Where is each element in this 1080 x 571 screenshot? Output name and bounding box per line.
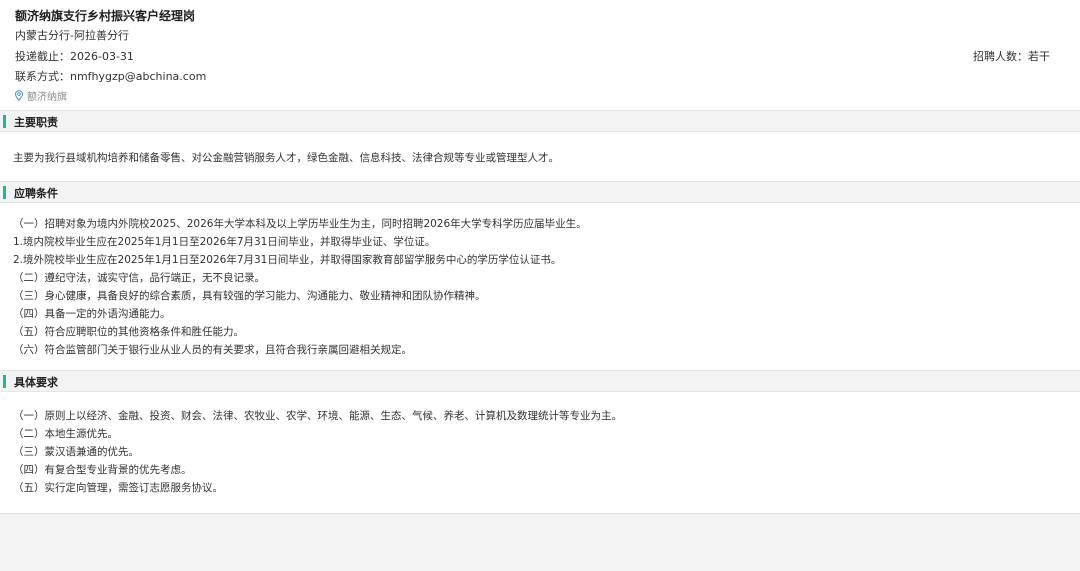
map-pin-icon bbox=[15, 90, 23, 101]
job-detail-page: 额济纳旗支行乡村振兴客户经理岗 内蒙古分行-阿拉善分行 投递截止：2026-03… bbox=[0, 0, 1080, 571]
job-title: 额济纳旗支行乡村振兴客户经理岗 bbox=[15, 9, 196, 23]
section-header-duties: 主要职责 bbox=[0, 110, 1080, 132]
condition-line: （一）招聘对象为境内外院校2025、2026年大学本科及以上学历毕业生为主，同时… bbox=[13, 218, 587, 230]
section-body-requirements: （一）原则上以经济、金融、投资、财会、法律、农牧业、农学、环境、能源、生态、气候… bbox=[0, 392, 1080, 512]
section-title-conditions: 应聘条件 bbox=[14, 187, 58, 200]
condition-line: （二）遵纪守法，诚实守信，品行端正，无不良记录。 bbox=[13, 272, 265, 284]
job-location-label: 额济纳旗 bbox=[27, 92, 67, 103]
section-header-requirements: 具体要求 bbox=[0, 370, 1080, 392]
requirement-line: （二）本地生源优先。 bbox=[13, 428, 118, 440]
section-accent-bar bbox=[3, 186, 6, 199]
section-accent-bar bbox=[3, 115, 6, 128]
duties-line: 主要为我行县域机构培养和储备零售、对公金融营销服务人才，绿色金融、信息科技、法律… bbox=[13, 152, 559, 164]
condition-line: （三）身心健康，具备良好的综合素质，具有较强的学习能力、沟通能力、敬业精神和团队… bbox=[13, 290, 486, 302]
requirement-line: （四）有复合型专业背景的优先考虑。 bbox=[13, 464, 192, 476]
requirement-line: （一）原则上以经济、金融、投资、财会、法律、农牧业、农学、环境、能源、生态、气候… bbox=[13, 410, 622, 422]
section-header-conditions: 应聘条件 bbox=[0, 181, 1080, 203]
requirement-line: （三）蒙汉语兼通的优先。 bbox=[13, 446, 139, 458]
section-accent-bar bbox=[3, 375, 6, 388]
job-headcount: 招聘人数：若干 bbox=[973, 50, 1050, 63]
requirement-line: （五）实行定向管理，需签订志愿服务协议。 bbox=[13, 482, 223, 494]
section-title-requirements: 具体要求 bbox=[14, 376, 58, 389]
section-title-duties: 主要职责 bbox=[14, 116, 58, 129]
section-body-duties: 主要为我行县域机构培养和储备零售、对公金融营销服务人才，绿色金融、信息科技、法律… bbox=[0, 132, 1080, 180]
section-body-conditions: （一）招聘对象为境内外院校2025、2026年大学本科及以上学历毕业生为主，同时… bbox=[0, 203, 1080, 369]
job-deadline: 投递截止：2026-03-31 bbox=[15, 50, 134, 63]
condition-line: 2.境外院校毕业生应在2025年1月1日至2026年7月31日间毕业，并取得国家… bbox=[13, 254, 562, 266]
job-branch: 内蒙古分行-阿拉善分行 bbox=[15, 29, 129, 42]
condition-line: （六）符合监管部门关于银行业从业人员的有关要求，且符合我行亲属回避相关规定。 bbox=[13, 344, 412, 356]
job-location: 额济纳旗 bbox=[14, 88, 67, 103]
job-detail-card: 额济纳旗支行乡村振兴客户经理岗 内蒙古分行-阿拉善分行 投递截止：2026-03… bbox=[0, 0, 1080, 514]
condition-line: （五）符合应聘职位的其他资格条件和胜任能力。 bbox=[13, 326, 244, 338]
condition-line: 1.境内院校毕业生应在2025年1月1日至2026年7月31日间毕业，并取得毕业… bbox=[13, 236, 436, 248]
job-header: 额济纳旗支行乡村振兴客户经理岗 内蒙古分行-阿拉善分行 投递截止：2026-03… bbox=[0, 0, 1080, 108]
job-contact-email[interactable]: 联系方式：nmfhygzp@abchina.com bbox=[15, 68, 206, 84]
condition-line: （四）具备一定的外语沟通能力。 bbox=[13, 308, 171, 320]
